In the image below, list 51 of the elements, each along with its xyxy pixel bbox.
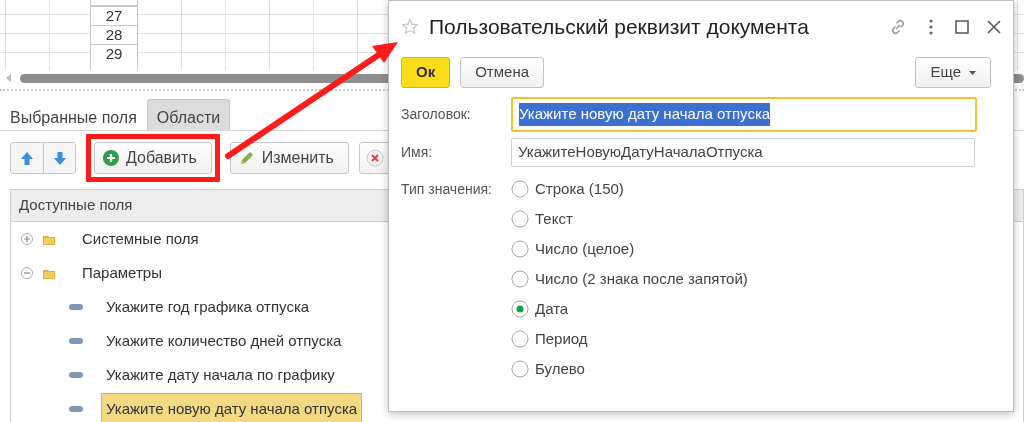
radio-button[interactable]: [511, 180, 529, 198]
tab[interactable]: Области: [146, 99, 231, 130]
radio-option[interactable]: Дата: [511, 294, 748, 324]
row-number: 27: [91, 6, 137, 25]
maximize-icon[interactable]: [955, 20, 969, 34]
radio-button[interactable]: [511, 270, 529, 288]
radio-option[interactable]: Число (2 знака после запятой): [511, 264, 748, 294]
radio-button[interactable]: [511, 210, 529, 228]
cancel-button[interactable]: Отмена: [460, 57, 544, 88]
radio-button[interactable]: [511, 360, 529, 378]
row-number: 28: [91, 25, 137, 44]
folder-icon: [43, 267, 55, 279]
field-icon: [69, 338, 83, 344]
radio-button[interactable]: [511, 240, 529, 258]
pencil-icon: [238, 150, 255, 166]
folder-icon: [43, 233, 55, 245]
tree-item[interactable]: Укажите год графика отпуска: [101, 290, 315, 324]
field-label: Заголовок:: [401, 105, 472, 124]
ok-button[interactable]: Ок: [401, 57, 451, 88]
plus-icon: [103, 150, 119, 166]
tree-item[interactable]: Укажите дату начала по графику: [101, 358, 340, 392]
field-icon: [69, 304, 83, 310]
tree-item[interactable]: Укажите количество дней отпуска: [101, 324, 347, 358]
row-number: 29: [91, 44, 137, 63]
edit-button[interactable]: Изменить: [229, 142, 349, 174]
field-icon: [69, 406, 83, 412]
dialog-title: Пользовательский реквизит документа: [429, 14, 810, 41]
close-circle-icon: [365, 149, 384, 167]
star-icon[interactable]: [401, 18, 419, 36]
radio-option[interactable]: Период: [511, 324, 748, 354]
tree-item[interactable]: Укажите новую дату начала отпуска: [101, 392, 363, 422]
tree-item[interactable]: Системные поля: [77, 222, 204, 256]
collapse-icon[interactable]: [21, 267, 33, 279]
field-label: Имя:: [401, 143, 434, 162]
radio-option[interactable]: Булево: [511, 354, 748, 384]
link-icon[interactable]: [889, 18, 907, 36]
add-button[interactable]: Добавить: [94, 142, 212, 174]
field-icon: [69, 372, 83, 378]
text-field[interactable]: Укажите новую дату начала отпуска: [511, 97, 977, 132]
arrow-icon: [20, 150, 34, 166]
more-button[interactable]: Еще: [915, 57, 991, 88]
tree-item[interactable]: Параметры: [77, 256, 167, 290]
text-field[interactable]: УкажитеНовуюДатуНачалаОтпуска: [511, 138, 975, 167]
close-icon[interactable]: [987, 20, 1001, 34]
radio-button[interactable]: [511, 300, 529, 318]
radio-button[interactable]: [511, 330, 529, 348]
radio-option[interactable]: Число (целое): [511, 234, 748, 264]
scroll-left-icon[interactable]: [6, 74, 12, 82]
more-icon[interactable]: [929, 19, 933, 35]
expand-icon[interactable]: [21, 233, 33, 245]
arrow-icon: [52, 150, 67, 166]
